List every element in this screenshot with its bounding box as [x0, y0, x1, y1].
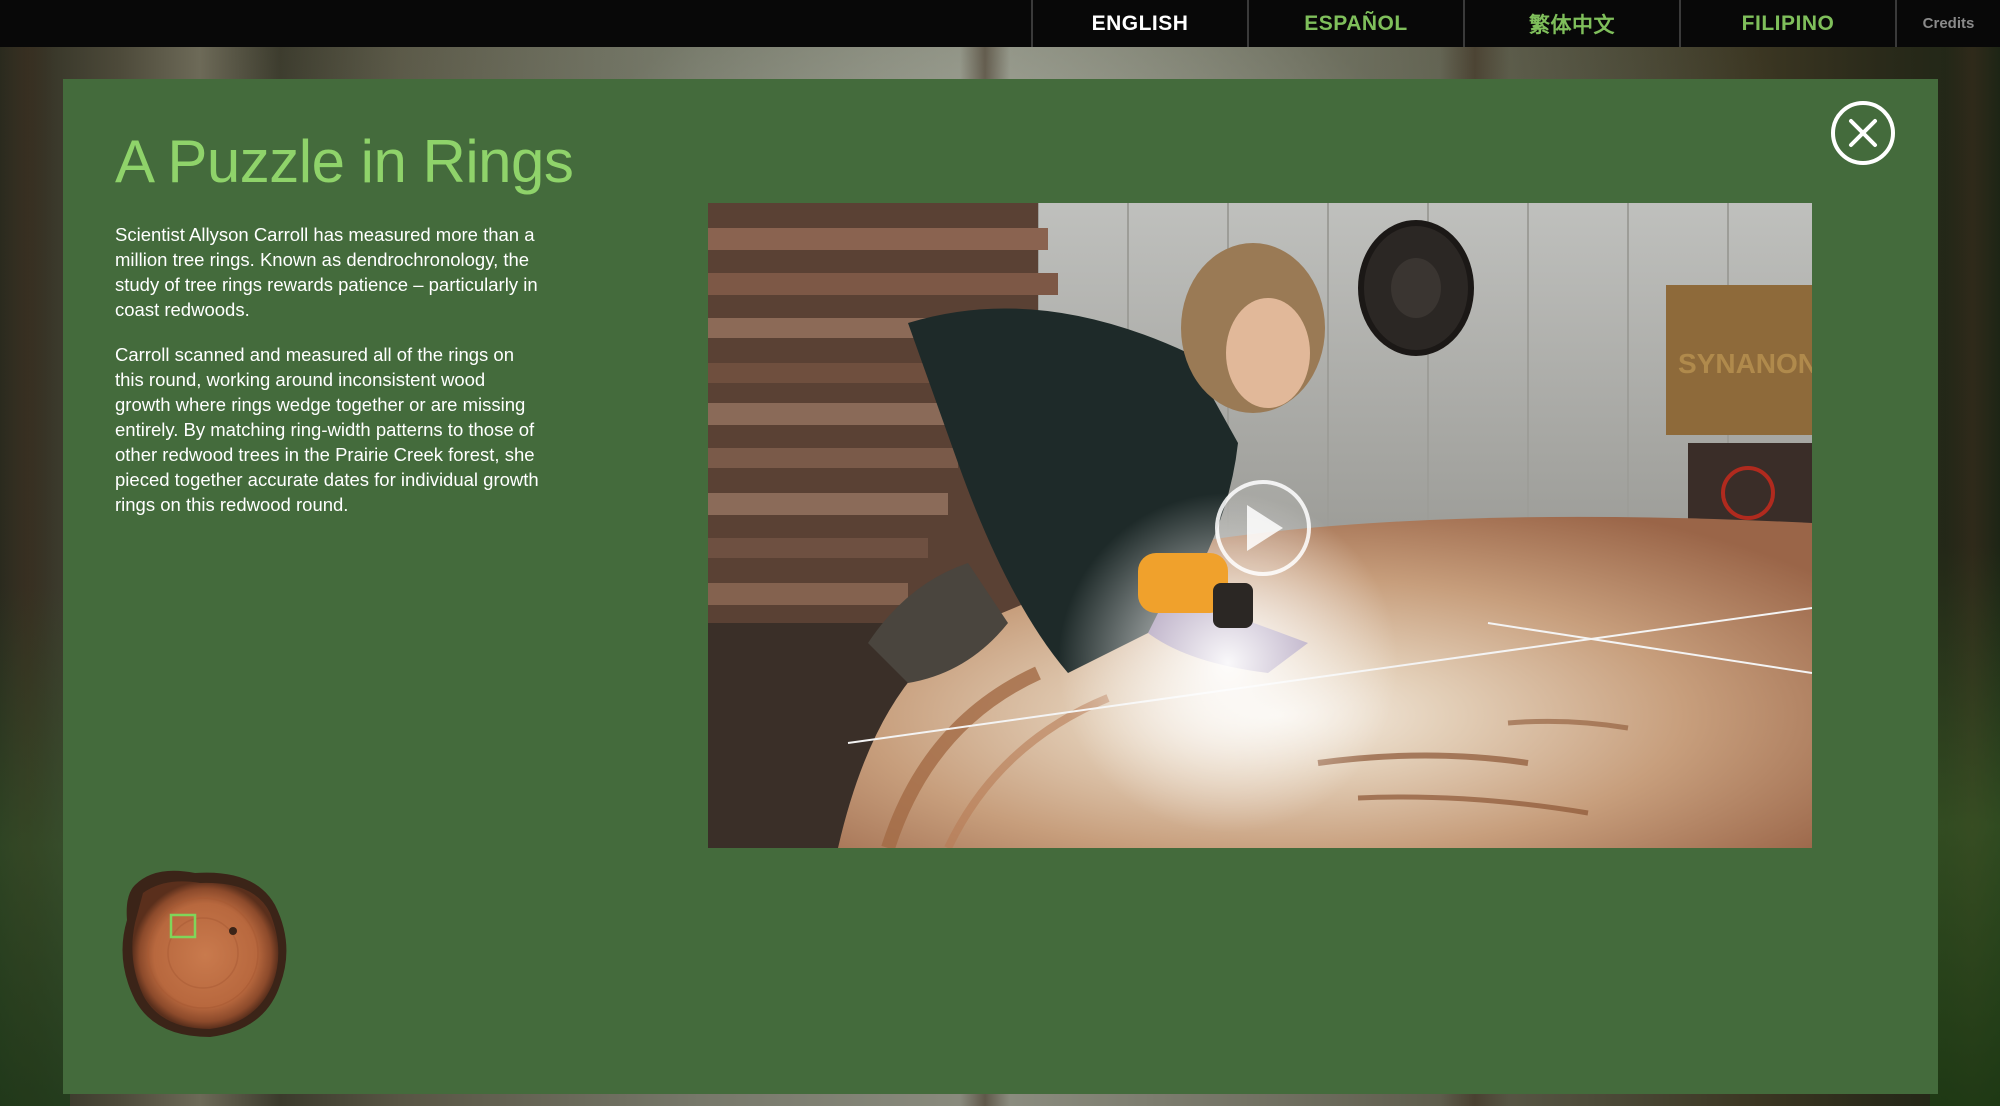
- tab-chinese[interactable]: 繁体中文: [1463, 0, 1679, 47]
- modal-title: A Puzzle in Rings: [115, 128, 574, 195]
- paragraph-method: Carroll scanned and measured all of the …: [115, 344, 539, 515]
- top-nav-bar: ENGLISH ESPAÑOL 繁体中文 FILIPINO Credits: [0, 0, 2000, 47]
- synanon-sign-text: SYNANON: [1678, 348, 1812, 379]
- video-player[interactable]: SYNANON: [708, 203, 1812, 848]
- play-button[interactable]: [1215, 480, 1311, 576]
- fern-right: [1930, 546, 2000, 1106]
- tab-english[interactable]: ENGLISH: [1031, 0, 1247, 47]
- wood-round-thumbnail[interactable]: [115, 865, 290, 1040]
- close-icon: [1849, 119, 1877, 147]
- play-icon: [1247, 505, 1283, 551]
- modal-body-text: Scientist Allyson Carroll has measured m…: [115, 222, 545, 537]
- tab-espanol[interactable]: ESPAÑOL: [1247, 0, 1463, 47]
- language-tabs: ENGLISH ESPAÑOL 繁体中文 FILIPINO Credits: [1031, 0, 2000, 47]
- tree-round-image: [122, 870, 287, 1037]
- credits-link[interactable]: Credits: [1895, 0, 2000, 47]
- paragraph-intro: Scientist Allyson Carroll has measured m…: [115, 224, 538, 320]
- fern-left: [0, 586, 70, 1106]
- tab-filipino[interactable]: FILIPINO: [1679, 0, 1895, 47]
- close-button[interactable]: [1831, 101, 1895, 165]
- story-modal: A Puzzle in Rings Scientist Allyson Carr…: [63, 79, 1938, 1094]
